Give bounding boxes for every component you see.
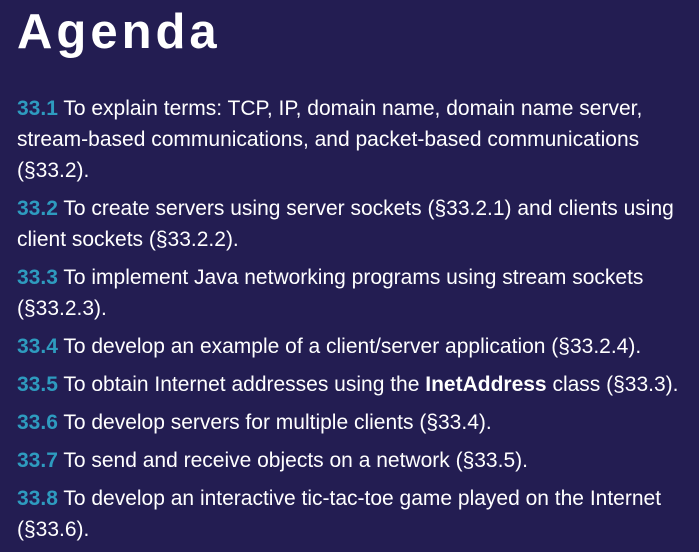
agenda-item-text: To send and receive objects on a network… xyxy=(63,449,528,472)
agenda-item-text: To develop servers for multiple clients … xyxy=(63,411,492,434)
agenda-item-text: To develop an interactive tic-tac-toe ga… xyxy=(17,487,662,541)
section-number: 33.4 xyxy=(17,335,58,358)
agenda-item-33-7: 33.7 To send and receive objects on a ne… xyxy=(17,445,693,476)
agenda-item-text-before: To obtain Internet addresses using the xyxy=(63,373,426,396)
agenda-item-text: To implement Java networking programs us… xyxy=(17,266,644,320)
agenda-item-text: To explain terms: TCP, IP, domain name, … xyxy=(17,97,643,182)
agenda-item-33-1: 33.1 To explain terms: TCP, IP, domain n… xyxy=(17,93,693,186)
section-number: 33.5 xyxy=(17,373,58,396)
agenda-item-text: To create servers using server sockets (… xyxy=(17,197,674,251)
agenda-list: 33.1 To explain terms: TCP, IP, domain n… xyxy=(17,93,693,552)
agenda-item-text-after: class (§33.3). xyxy=(546,373,679,396)
section-number: 33.6 xyxy=(17,411,58,434)
agenda-item-text: To develop an example of a client/server… xyxy=(63,335,642,358)
section-number: 33.3 xyxy=(17,266,58,289)
agenda-item-33-4: 33.4 To develop an example of a client/s… xyxy=(17,331,693,362)
section-number: 33.1 xyxy=(17,97,58,120)
agenda-item-33-2: 33.2 To create servers using server sock… xyxy=(17,193,693,255)
section-number: 33.8 xyxy=(17,487,58,510)
agenda-item-33-8: 33.8 To develop an interactive tic-tac-t… xyxy=(17,483,693,545)
agenda-item-33-6: 33.6 To develop servers for multiple cli… xyxy=(17,407,693,438)
agenda-item-33-3: 33.3 To implement Java networking progra… xyxy=(17,262,693,324)
section-number: 33.2 xyxy=(17,197,58,220)
agenda-item-33-5: 33.5 To obtain Internet addresses using … xyxy=(17,369,693,400)
section-number: 33.7 xyxy=(17,449,58,472)
slide-title: Agenda xyxy=(17,5,221,59)
inetaddress-class-name: InetAddress xyxy=(425,373,547,396)
